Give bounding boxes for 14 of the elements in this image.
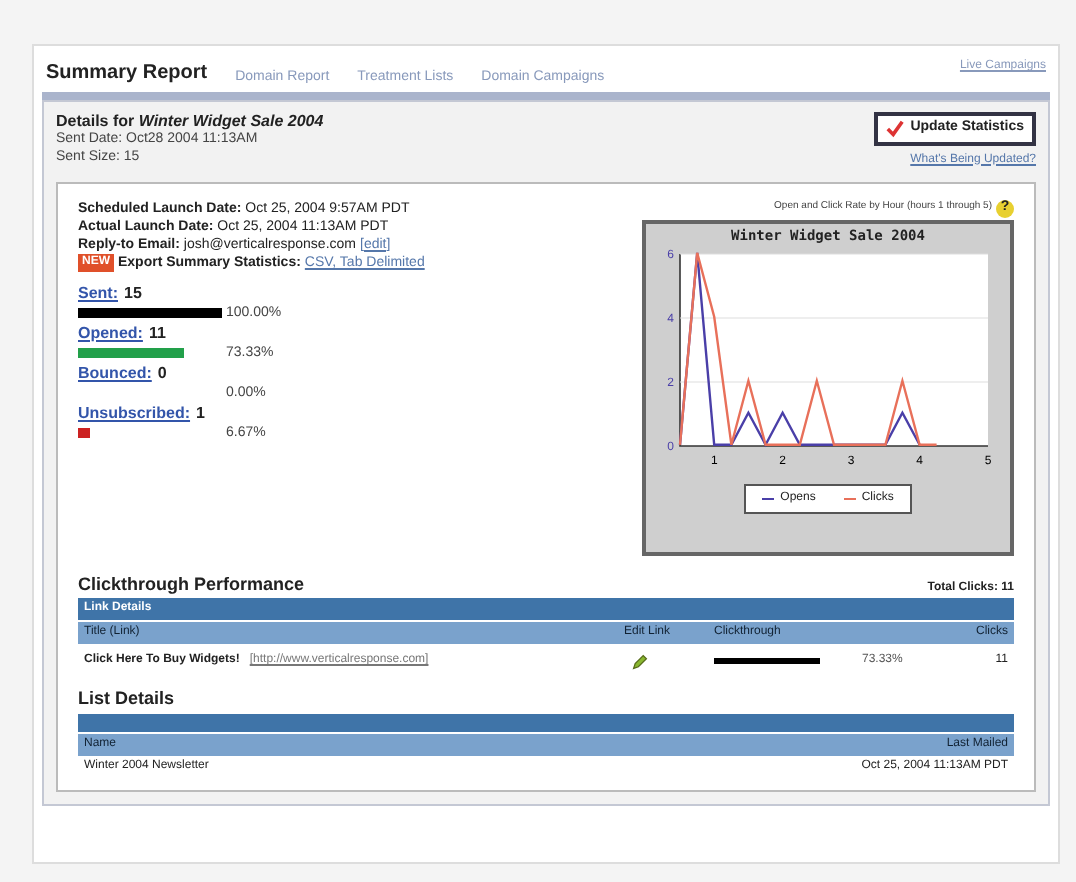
stat-link[interactable]: Bounced:: [78, 363, 152, 383]
report-tab[interactable]: Summary Report: [46, 58, 208, 88]
stat-link[interactable]: Opened:: [78, 323, 143, 343]
check-icon: [886, 119, 905, 138]
report-title: Details for Winter Widget Sale 2004: [56, 112, 324, 130]
section-title: List Details: [78, 686, 177, 712]
stat-count: 1: [196, 403, 205, 423]
stat-link[interactable]: Sent:: [78, 283, 118, 303]
stat-count: 15: [124, 283, 142, 303]
section-title: Clickthrough Performance: [78, 571, 305, 598]
pencil-icon[interactable]: [632, 653, 648, 669]
stat-count: 11: [148, 323, 166, 343]
stat-link[interactable]: Unsubscribed:: [78, 403, 191, 423]
stat-count: 0: [157, 363, 167, 383]
